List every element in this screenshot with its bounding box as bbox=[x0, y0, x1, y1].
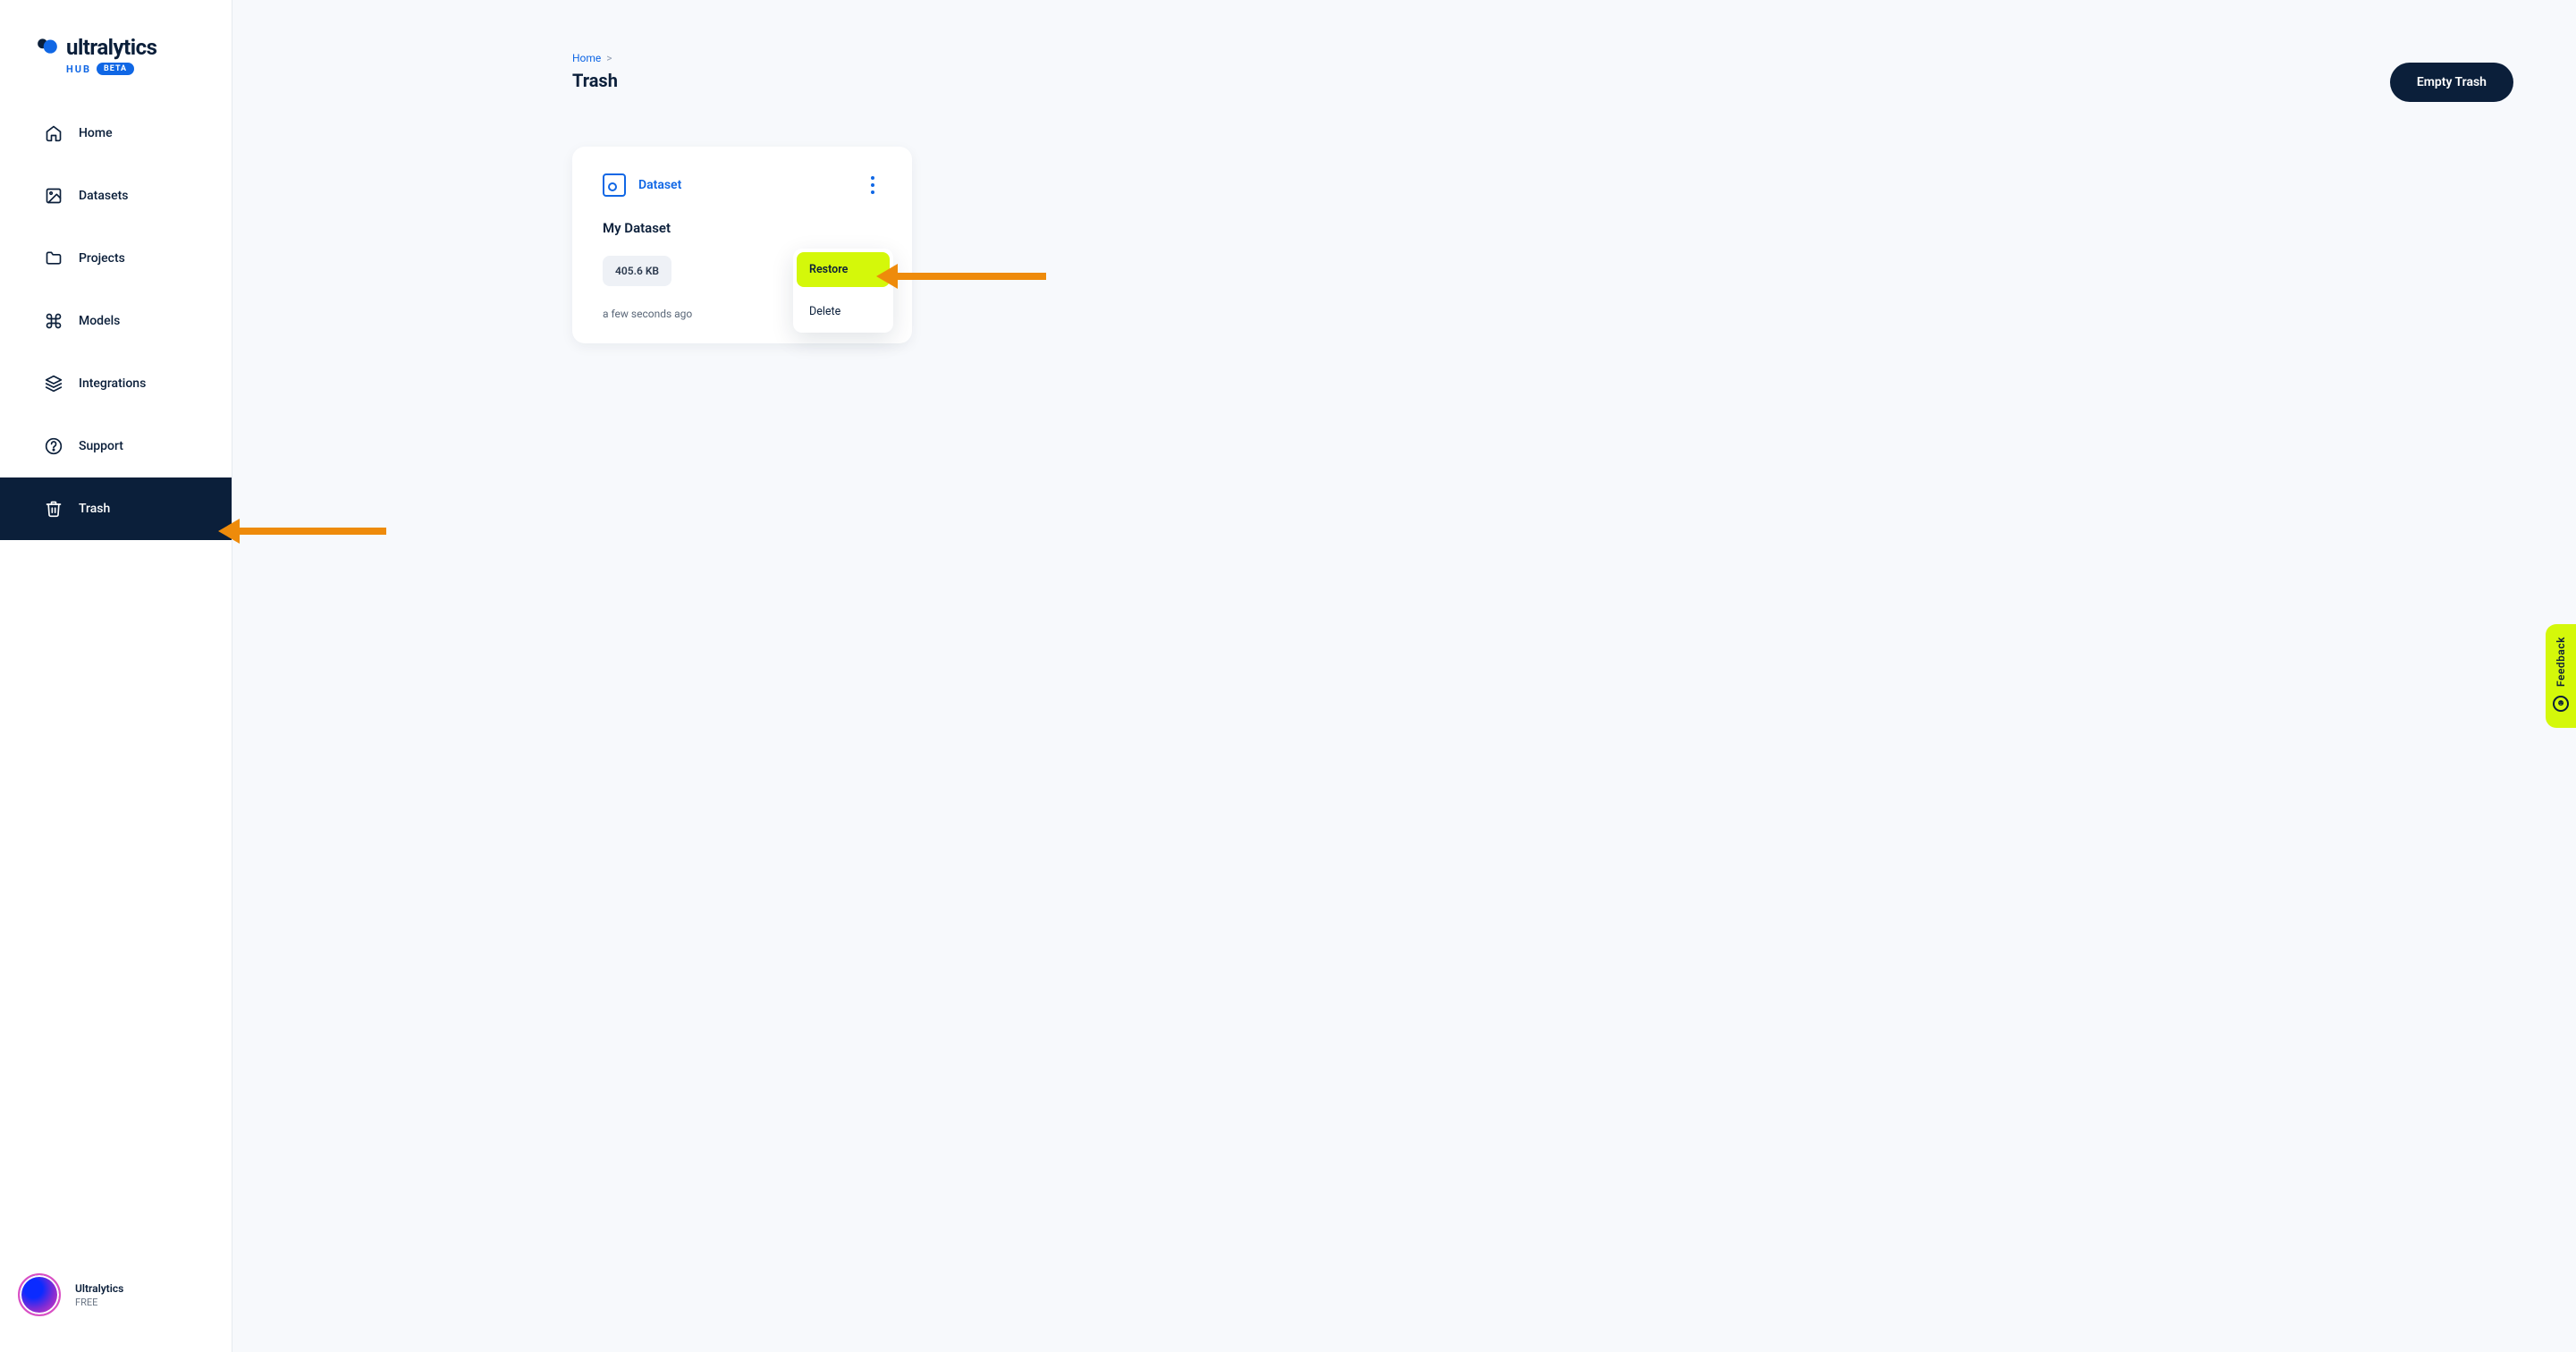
user-plan: FREE bbox=[75, 1297, 123, 1308]
user-block[interactable]: Ultralytics FREE bbox=[0, 1273, 232, 1352]
card-context-menu: Restore Delete bbox=[793, 249, 893, 333]
sidebar-item-integrations[interactable]: Integrations bbox=[0, 352, 232, 415]
brand-logo[interactable]: ultralytics HUB BETA bbox=[0, 0, 232, 97]
feedback-tab[interactable]: ☻ Feedback bbox=[2546, 624, 2576, 728]
sidebar: ultralytics HUB BETA Home Datasets bbox=[0, 0, 232, 1352]
card-size-badge: 405.6 KB bbox=[603, 256, 671, 286]
card-menu-button[interactable] bbox=[864, 174, 882, 196]
sidebar-item-label: Datasets bbox=[79, 189, 128, 203]
home-icon bbox=[45, 124, 63, 142]
dataset-icon bbox=[603, 173, 626, 197]
sidebar-item-label: Support bbox=[79, 439, 123, 453]
sidebar-item-label: Trash bbox=[79, 502, 110, 516]
sidebar-item-label: Home bbox=[79, 126, 113, 140]
sidebar-item-datasets[interactable]: Datasets bbox=[0, 165, 232, 227]
sidebar-item-support[interactable]: Support bbox=[0, 415, 232, 477]
image-icon bbox=[45, 187, 63, 205]
trash-icon bbox=[45, 500, 63, 518]
breadcrumb: Home > bbox=[572, 52, 618, 64]
primary-nav: Home Datasets Projects Models bbox=[0, 102, 232, 540]
folder-icon bbox=[45, 249, 63, 267]
annotation-arrow-restore bbox=[892, 273, 1046, 280]
brand-sub: HUB bbox=[66, 63, 91, 75]
page-title: Trash bbox=[572, 70, 618, 91]
feedback-label: Feedback bbox=[2555, 637, 2567, 687]
sidebar-item-label: Models bbox=[79, 314, 120, 328]
context-menu-delete[interactable]: Delete bbox=[793, 291, 893, 333]
breadcrumb-home[interactable]: Home bbox=[572, 52, 601, 64]
feedback-smile-icon: ☻ bbox=[2553, 696, 2569, 712]
user-name: Ultralytics bbox=[75, 1282, 123, 1295]
sidebar-item-home[interactable]: Home bbox=[0, 102, 232, 165]
brand-mark-icon bbox=[36, 34, 59, 61]
command-icon bbox=[45, 312, 63, 330]
sidebar-item-trash[interactable]: Trash bbox=[0, 477, 232, 540]
sidebar-item-models[interactable]: Models bbox=[0, 290, 232, 352]
help-icon bbox=[45, 437, 63, 455]
brand-name: ultralytics bbox=[66, 35, 156, 60]
sidebar-item-projects[interactable]: Projects bbox=[0, 227, 232, 290]
card-name: My Dataset bbox=[603, 220, 882, 236]
empty-trash-button[interactable]: Empty Trash bbox=[2390, 63, 2513, 102]
sidebar-item-label: Integrations bbox=[79, 376, 146, 391]
sidebar-item-label: Projects bbox=[79, 251, 125, 266]
breadcrumb-separator-icon: > bbox=[606, 52, 612, 64]
main-content: Home > Trash Empty Trash Dataset My Data… bbox=[232, 0, 2576, 1352]
brand-beta-badge: BETA bbox=[97, 63, 134, 75]
avatar bbox=[18, 1273, 61, 1316]
card-type-label: Dataset bbox=[638, 178, 681, 192]
layers-icon bbox=[45, 375, 63, 393]
